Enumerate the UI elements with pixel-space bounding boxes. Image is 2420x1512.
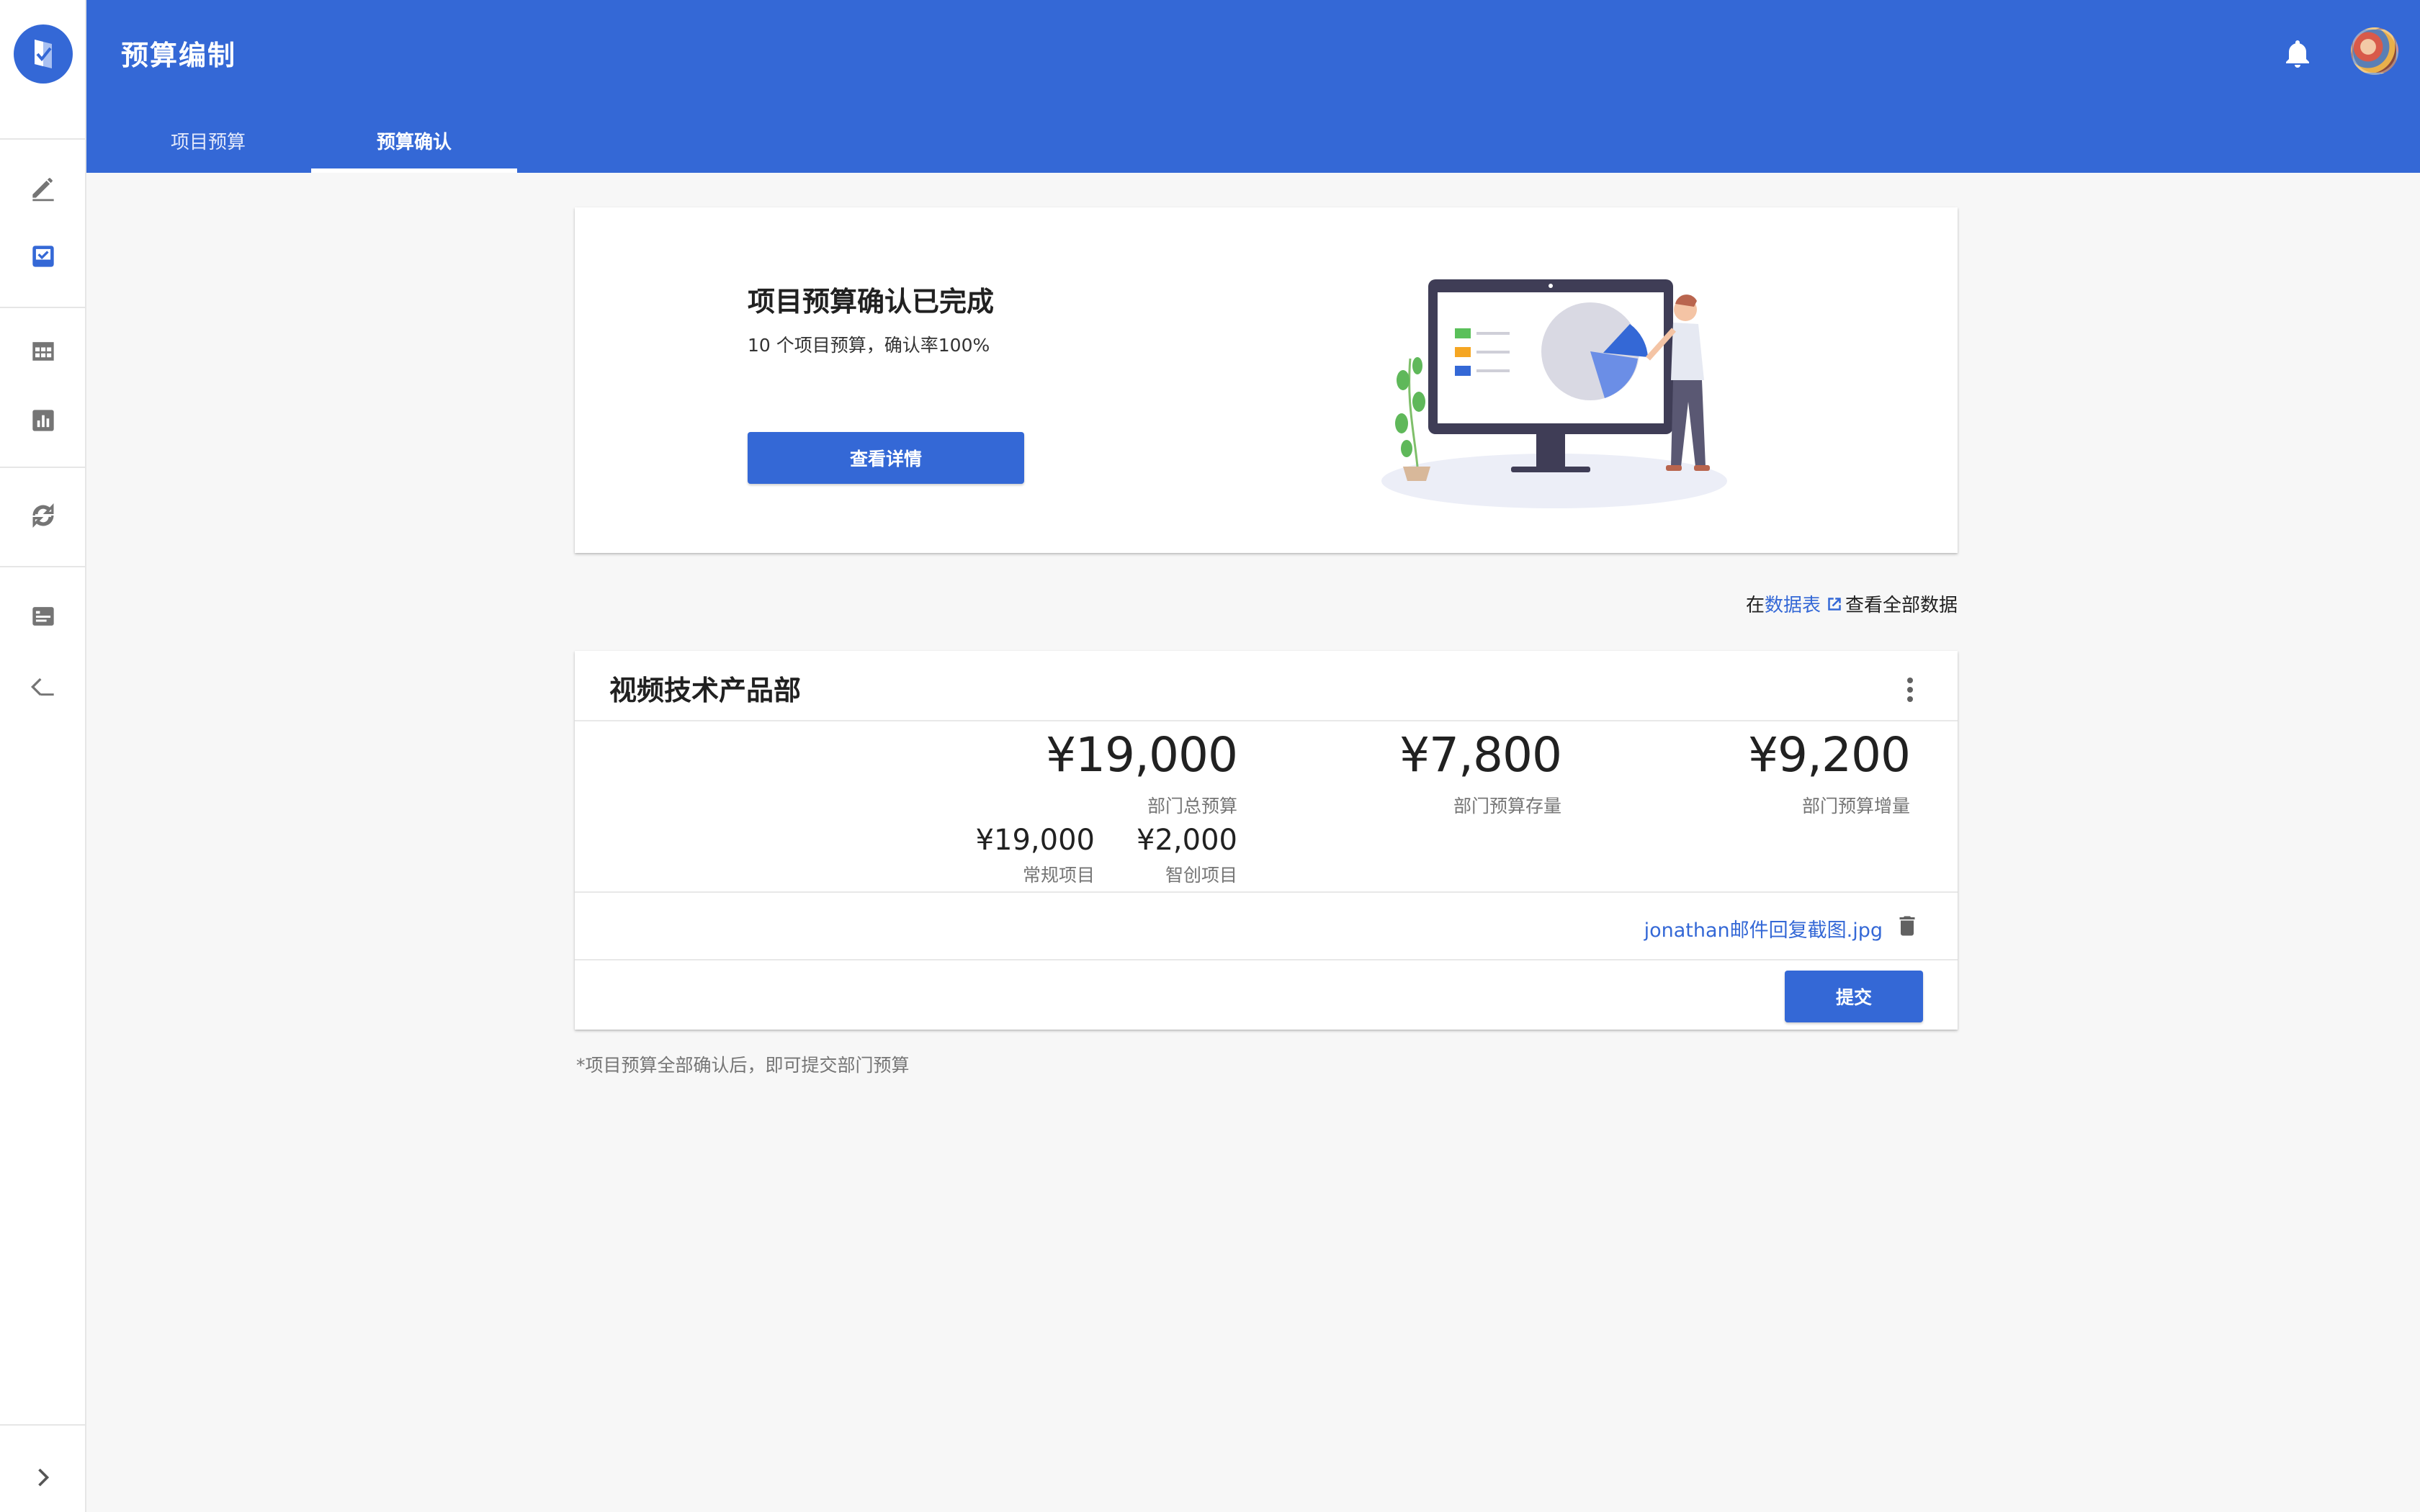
card-divider — [575, 891, 1958, 893]
card-divider — [575, 959, 1958, 960]
summary-title: 项目预算确认已完成 — [748, 286, 995, 318]
delete-trash-icon[interactable] — [1894, 912, 1920, 940]
regular-project-label: 常规项目 — [1022, 865, 1095, 886]
total-budget-value: ¥19,000 — [1046, 727, 1238, 783]
sheet-link-line: 在 数据表 查看全部数据 — [1746, 590, 1958, 617]
sidebar-divider — [0, 1424, 85, 1426]
sidebar-divider — [0, 467, 85, 468]
tab-budget-confirm[interactable]: 预算确认 — [311, 108, 517, 173]
increment-budget-value: ¥9,200 — [1748, 727, 1911, 783]
submit-button[interactable]: 提交 — [1785, 971, 1923, 1022]
table-grid-icon[interactable] — [26, 334, 60, 369]
tab-bar: 项目预算 预算确认 — [86, 108, 517, 173]
sheet-link-suffix: 查看全部数据 — [1845, 595, 1958, 616]
card-divider — [575, 720, 1958, 721]
logo-icon — [35, 40, 52, 68]
collapse-left-icon[interactable] — [26, 670, 60, 704]
app-logo[interactable] — [14, 24, 73, 84]
page-title: 预算编制 — [121, 40, 237, 71]
total-budget-label: 部门总预算 — [1147, 796, 1237, 816]
dashboard-illustration — [1381, 279, 1727, 508]
list-card-icon[interactable] — [26, 599, 60, 634]
department-budget-card: 视频技术产品部 ¥19,000 部门总预算 ¥7,800 部门预算存量 ¥9,2… — [575, 651, 1958, 1030]
sidebar-divider — [0, 138, 85, 140]
sidebar-divider — [0, 566, 85, 567]
more-vert-icon[interactable] — [1903, 675, 1917, 704]
notification-bell-icon[interactable] — [2280, 36, 2315, 71]
confirmation-summary-card: 项目预算确认已完成 10 个项目预算，确认率100% 查看详情 — [575, 207, 1958, 553]
innovation-project-value: ¥2,000 — [1137, 824, 1237, 857]
view-details-button[interactable]: 查看详情 — [748, 432, 1024, 484]
data-sheet-link-label: 数据表 — [1764, 595, 1821, 616]
tab-project-budget[interactable]: 项目预算 — [105, 108, 311, 173]
sheet-link-prefix: 在 — [1745, 595, 1765, 616]
attachment-link[interactable]: jonathan邮件回复截图.jpg — [1644, 914, 1883, 942]
increment-budget-label: 部门预算增量 — [1801, 796, 1910, 816]
innovation-project-label: 智创项目 — [1165, 865, 1237, 886]
sidebar-divider — [0, 307, 85, 308]
footnote: *项目预算全部确认后，即可提交部门预算 — [576, 1055, 910, 1076]
expand-right-icon[interactable] — [26, 1460, 60, 1495]
stock-budget-value: ¥7,800 — [1399, 727, 1562, 783]
summary-subtitle: 10 个项目预算，确认率100% — [748, 335, 990, 356]
edit-icon[interactable] — [26, 170, 60, 204]
app-header: 预算编制 项目预算 预算确认 — [86, 0, 2420, 173]
stock-budget-label: 部门预算存量 — [1453, 796, 1561, 816]
data-sheet-link[interactable]: 数据表 — [1765, 590, 1845, 617]
sidebar — [0, 0, 86, 1512]
open-external-icon — [1828, 597, 1841, 611]
sync-icon[interactable] — [26, 498, 60, 533]
department-name: 视频技术产品部 — [609, 675, 802, 706]
checkbox-inbox-icon[interactable] — [26, 239, 60, 274]
bar-chart-icon[interactable] — [26, 403, 60, 438]
regular-project-value: ¥19,000 — [975, 824, 1095, 857]
user-avatar[interactable] — [2351, 27, 2398, 75]
